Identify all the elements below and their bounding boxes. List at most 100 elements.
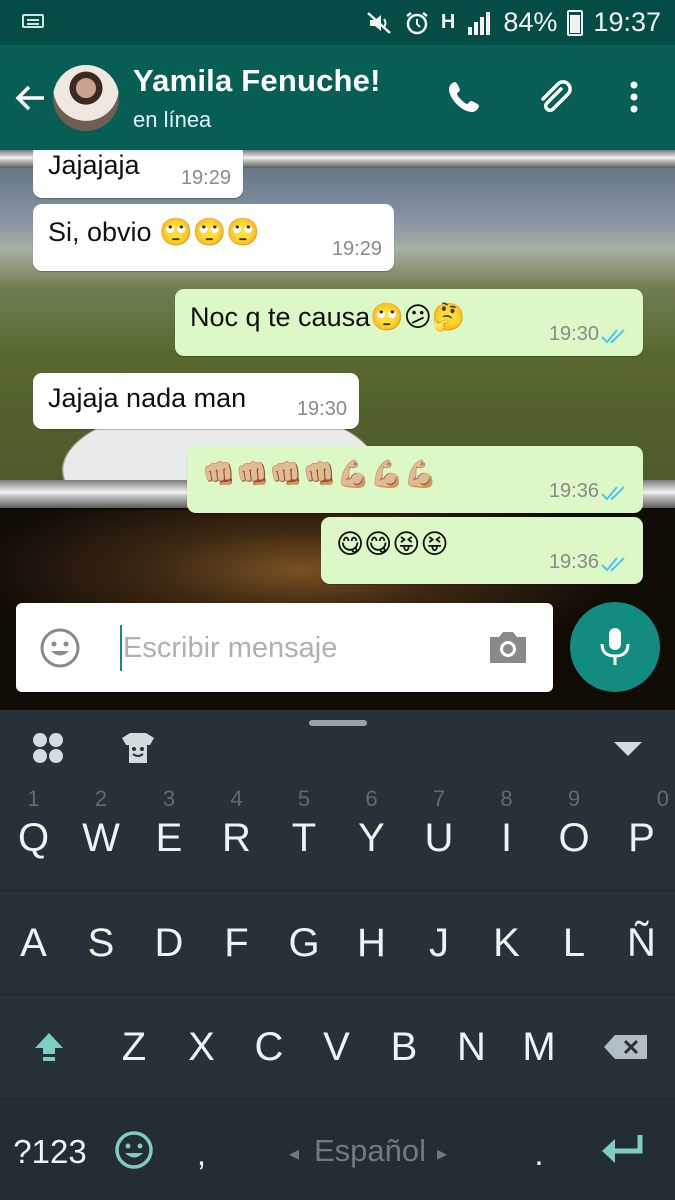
message-bubble-outgoing[interactable]: Noc q te causa🙄😕🤔 19:30: [175, 289, 643, 356]
message-time: 19:36: [548, 551, 599, 573]
contact-status: en línea: [133, 107, 212, 132]
chat-header: Yamila Fenuche! en línea: [0, 45, 675, 150]
key-label: J: [429, 921, 449, 965]
key-label: K: [493, 921, 520, 965]
key-q[interactable]: 1Q: [0, 786, 67, 886]
key-hint: 9: [567, 786, 581, 811]
keyboard-drag-handle[interactable]: [309, 720, 367, 726]
key-a[interactable]: A: [0, 891, 67, 991]
key-label: X: [188, 1025, 215, 1069]
message-bubble-incoming[interactable]: Jajaja nada man 19:30: [33, 373, 359, 429]
battery-icon: [567, 9, 584, 36]
key-r[interactable]: 4R: [203, 786, 270, 886]
key-hint: 3: [162, 786, 176, 811]
key-e[interactable]: 3E: [135, 786, 203, 886]
comma-key[interactable]: ,: [168, 1099, 235, 1199]
key-h[interactable]: H: [338, 891, 405, 991]
read-receipt-icon: [601, 329, 625, 344]
key-x[interactable]: X: [168, 995, 235, 1095]
key-label: M: [522, 1025, 556, 1069]
key-label: Q: [17, 816, 50, 860]
key-label: P: [628, 816, 655, 860]
key-v[interactable]: V: [303, 995, 370, 1095]
more-options-icon[interactable]: [614, 77, 654, 117]
key-hint: 0: [656, 786, 669, 811]
key-m[interactable]: M: [505, 995, 573, 1095]
symbols-key[interactable]: ?123: [0, 1099, 100, 1199]
keyboard-row-3: Z X C V B N M: [0, 994, 675, 1098]
emoji-icon[interactable]: [39, 627, 81, 669]
microphone-icon: [600, 628, 630, 665]
message-bubble-incoming[interactable]: Si, obvio 🙄🙄🙄 19:29: [33, 204, 394, 271]
key-label: A: [20, 921, 47, 965]
key-t[interactable]: 5T: [270, 786, 338, 886]
keyboard-row-4: ?123 , ◂ Español ▸ .: [0, 1098, 675, 1200]
enter-key[interactable]: [573, 1099, 675, 1199]
alarm-icon: [406, 11, 428, 34]
backspace-key[interactable]: [573, 995, 675, 1095]
status-bar-right: H 84% 19:37: [365, 0, 661, 45]
voice-record-button[interactable]: [570, 602, 660, 692]
message-time: 19:30: [548, 323, 599, 345]
keyboard-notification-icon: [22, 14, 44, 28]
key-label: R: [222, 816, 251, 860]
keyboard-row-1: 1Q 2W 3E 4R 5T 6Y 7U 8I 9O 0P: [0, 786, 675, 890]
key-g[interactable]: G: [270, 891, 338, 991]
enter-arrow-icon: [602, 1135, 643, 1163]
key-hint: 5: [297, 786, 311, 811]
key-k[interactable]: K: [473, 891, 540, 991]
key-label: Z: [121, 1025, 147, 1069]
key-l[interactable]: L: [540, 891, 608, 991]
network-type-label: H: [440, 11, 456, 33]
key-hint: 2: [94, 786, 108, 811]
back-arrow-icon[interactable]: [14, 81, 48, 115]
key-f[interactable]: F: [203, 891, 270, 991]
key-label: ?123: [13, 1133, 87, 1170]
key-label: S: [87, 921, 115, 965]
emoji-key[interactable]: [100, 1099, 168, 1199]
text-cursor: [120, 625, 122, 671]
phone-call-icon[interactable]: [444, 77, 484, 117]
key-label: E: [155, 816, 183, 860]
emoji-smiley-icon: [115, 1131, 153, 1169]
emoji-sticker-icon[interactable]: [118, 728, 158, 768]
message-input[interactable]: [123, 625, 483, 671]
key-d[interactable]: D: [135, 891, 203, 991]
battery-percent: 84%: [503, 7, 558, 37]
key-y[interactable]: 6Y: [338, 786, 405, 886]
key-label: G: [288, 921, 320, 965]
key-b[interactable]: B: [370, 995, 438, 1095]
message-bubble-outgoing[interactable]: 😋😋😝😝 19:36: [321, 517, 643, 584]
key-o[interactable]: 9O: [540, 786, 608, 886]
key-label: W: [82, 816, 120, 860]
key-label: C: [254, 1025, 284, 1069]
key-z[interactable]: Z: [100, 995, 168, 1095]
shift-key[interactable]: [0, 995, 100, 1095]
key-c[interactable]: C: [235, 995, 303, 1095]
key-label: Y: [358, 816, 385, 860]
apps-grid-icon[interactable]: [28, 728, 68, 768]
read-receipt-icon: [601, 557, 625, 572]
key-enye[interactable]: Ñ: [608, 891, 675, 991]
attachment-icon[interactable]: [534, 77, 574, 117]
message-time: 19:30: [296, 398, 347, 420]
contact-avatar[interactable]: [53, 65, 119, 131]
message-bubble-incoming[interactable]: Jajajaja 19:29: [33, 150, 243, 198]
message-text: Jajajaja: [48, 150, 140, 180]
contact-name[interactable]: Yamila Fenuche!: [133, 63, 381, 99]
key-n[interactable]: N: [438, 995, 505, 1095]
spacebar[interactable]: ◂ Español ▸: [235, 1099, 505, 1199]
period-key[interactable]: .: [505, 1099, 573, 1199]
collapse-keyboard-icon[interactable]: [608, 728, 648, 768]
key-p[interactable]: 0P: [608, 786, 675, 886]
key-s[interactable]: S: [67, 891, 135, 991]
key-u[interactable]: 7U: [405, 786, 473, 886]
on-screen-keyboard: 1Q 2W 3E 4R 5T 6Y 7U 8I 9O 0P A S D F G …: [0, 710, 675, 1200]
message-composer: [16, 603, 553, 692]
message-bubble-outgoing[interactable]: 👊🏼👊🏼👊🏼👊🏼💪🏼💪🏼💪🏼 19:36: [187, 446, 643, 513]
shift-arrow-icon: [35, 1033, 63, 1061]
key-w[interactable]: 2W: [67, 786, 135, 886]
key-j[interactable]: J: [405, 891, 473, 991]
camera-icon[interactable]: [486, 627, 530, 667]
key-i[interactable]: 8I: [473, 786, 540, 886]
